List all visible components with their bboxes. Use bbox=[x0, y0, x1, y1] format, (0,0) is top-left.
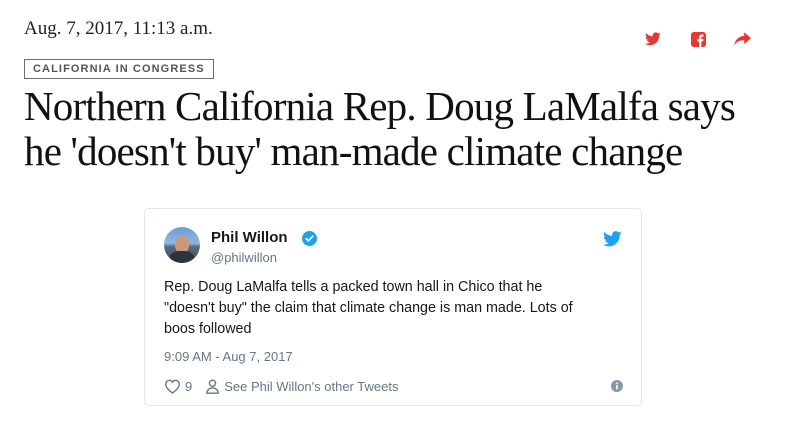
verified-badge-icon bbox=[302, 231, 317, 246]
tweet-author-name[interactable]: Phil Willon bbox=[211, 229, 288, 246]
article-dateline: Aug. 7, 2017, 11:13 a.m. bbox=[24, 18, 213, 39]
avatar[interactable] bbox=[164, 227, 200, 263]
tweet-text-line-2: "doesn't buy" the claim that climate cha… bbox=[164, 300, 573, 316]
tweet-text: Rep. Doug LaMalfa tells a packed town ha… bbox=[164, 277, 634, 340]
tweet-timestamp[interactable]: 9:09 AM - Aug 7, 2017 bbox=[164, 349, 293, 364]
embedded-tweet[interactable]: Phil Willon @philwillon Rep. Doug LaMalf… bbox=[144, 208, 642, 406]
share-facebook-button[interactable] bbox=[691, 28, 706, 50]
heart-icon[interactable] bbox=[164, 379, 181, 394]
headline-line-2: he 'doesn't buy' man-made climate change bbox=[24, 128, 683, 174]
share-twitter-button[interactable] bbox=[645, 28, 661, 50]
headline-line-1: Northern California Rep. Doug LaMalfa sa… bbox=[24, 83, 736, 129]
tweet-text-line-1: Rep. Doug LaMalfa tells a packed town ha… bbox=[164, 279, 543, 295]
share-arrow-icon bbox=[734, 32, 751, 46]
share-button[interactable] bbox=[734, 28, 751, 50]
tweet-actions: 9 See Phil Willon's other Tweets bbox=[164, 377, 398, 395]
facebook-icon bbox=[691, 31, 706, 47]
twitter-bird-icon[interactable] bbox=[603, 231, 622, 247]
person-icon bbox=[206, 378, 220, 394]
info-icon[interactable] bbox=[611, 380, 623, 392]
like-count[interactable]: 9 bbox=[185, 379, 192, 394]
tweet-author-handle[interactable]: @philwillon bbox=[211, 250, 277, 265]
article-headline: Northern California Rep. Doug LaMalfa sa… bbox=[24, 84, 764, 174]
tweet-text-line-3: boos followed bbox=[164, 321, 252, 337]
other-tweets-link[interactable]: See Phil Willon's other Tweets bbox=[224, 379, 398, 394]
section-tag[interactable]: CALIFORNIA IN CONGRESS bbox=[24, 59, 214, 79]
twitter-icon bbox=[645, 32, 661, 46]
